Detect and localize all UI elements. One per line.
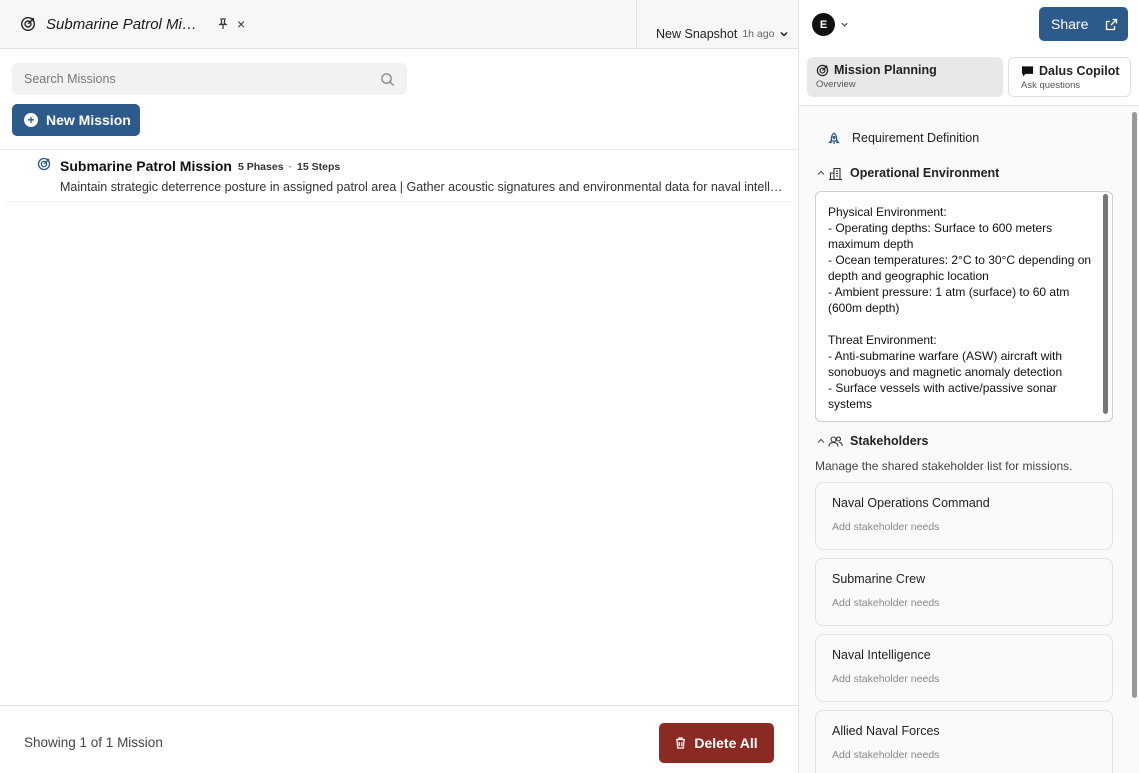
- share-button[interactable]: Share: [1039, 7, 1128, 41]
- search-icon[interactable]: [380, 72, 395, 87]
- mission-steps: 15 Steps: [297, 161, 341, 173]
- stakeholder-needs[interactable]: Add stakeholder needs: [832, 521, 939, 533]
- trash-icon: [676, 737, 686, 749]
- stakeholder-card[interactable]: Submarine Crew Add stakeholder needs: [815, 558, 1113, 626]
- stakeholder-card[interactable]: Naval Intelligence Add stakeholder needs: [815, 634, 1113, 702]
- mission-description: Maintain strategic deterrence posture in…: [60, 180, 784, 194]
- stakeholder-name: Allied Naval Forces: [832, 724, 940, 738]
- operational-environment-textarea[interactable]: Physical Environment: - Operating depths…: [815, 191, 1113, 422]
- rocket-icon: [828, 131, 840, 144]
- new-mission-button[interactable]: + New Mission: [12, 104, 140, 136]
- mission-phases: 5 Phases: [238, 161, 284, 173]
- delete-all-label: Delete All: [694, 735, 758, 751]
- stakeholder-name: Naval Intelligence: [832, 648, 931, 662]
- stakeholders-description: Manage the shared stakeholder list for m…: [815, 459, 1073, 473]
- snapshot-time: 1h ago: [742, 28, 775, 40]
- stakeholder-needs[interactable]: Add stakeholder needs: [832, 597, 939, 609]
- stakeholder-needs[interactable]: Add stakeholder needs: [832, 673, 939, 685]
- mode-subtitle: Overview: [816, 79, 856, 90]
- operational-environment-label: Operational Environment: [850, 166, 1000, 180]
- stakeholder-name: Submarine Crew: [832, 572, 926, 586]
- chevron-up-icon: [817, 438, 825, 443]
- avatar[interactable]: E: [812, 13, 835, 36]
- snapshot-selector[interactable]: New Snapshot 1h ago: [656, 27, 789, 41]
- snapshot-label: New Snapshot: [656, 27, 738, 41]
- search-input[interactable]: [24, 72, 380, 86]
- mode-tabs: Mission Planning Overview Dalus Copilot …: [799, 49, 1139, 106]
- plus-circle-icon: +: [24, 113, 38, 127]
- panel-scrollbar[interactable]: [1132, 112, 1137, 698]
- right-topbar: E Share: [799, 0, 1139, 49]
- chevron-down-icon: [780, 31, 788, 37]
- close-tab-icon[interactable]: ×: [237, 17, 245, 31]
- missions-pane: Submarine Patrol Mission × New Snapshot …: [0, 0, 799, 773]
- requirement-definition-item[interactable]: Requirement Definition: [828, 131, 979, 145]
- operational-environment-header[interactable]: Operational Environment: [817, 166, 999, 180]
- target-icon: [816, 64, 829, 76]
- stakeholder-name: Naval Operations Command: [832, 496, 990, 510]
- share-label: Share: [1051, 16, 1089, 32]
- tab-mission-planning[interactable]: Mission Planning Overview: [807, 57, 1003, 97]
- new-mission-label: New Mission: [46, 112, 131, 128]
- mission-title: Submarine Patrol Mission: [60, 158, 232, 174]
- tab-bar: Submarine Patrol Mission × New Snapshot …: [0, 0, 798, 49]
- users-icon: [828, 435, 843, 447]
- mode-subtitle: Ask questions: [1021, 80, 1081, 91]
- details-pane: E Share Mission Planning Overview Dalus …: [799, 0, 1139, 773]
- search-box: [12, 63, 407, 95]
- chat-icon: [1021, 65, 1034, 77]
- stakeholders-label: Stakeholders: [850, 434, 929, 448]
- mission-meta: 5 Phases · 15 Steps: [238, 161, 341, 173]
- target-icon: [20, 16, 36, 32]
- tab-dalus-copilot[interactable]: Dalus Copilot Ask questions: [1008, 57, 1131, 97]
- target-icon: [37, 157, 51, 171]
- stakeholder-needs[interactable]: Add stakeholder needs: [832, 749, 939, 761]
- pin-icon[interactable]: [217, 18, 229, 30]
- chevron-up-icon: [817, 170, 825, 175]
- external-link-icon: [1106, 18, 1118, 30]
- mode-title: Dalus Copilot: [1039, 64, 1120, 78]
- stakeholders-header[interactable]: Stakeholders: [817, 434, 929, 448]
- building-icon: [829, 167, 842, 180]
- operational-environment-text: Physical Environment: - Operating depths…: [828, 205, 1092, 411]
- mission-row[interactable]: Submarine Patrol Mission 5 Phases · 15 Ste…: [6, 150, 792, 202]
- stakeholder-card[interactable]: Allied Naval Forces Add stakeholder need…: [815, 710, 1113, 773]
- chevron-down-icon[interactable]: [840, 20, 849, 29]
- mode-title: Mission Planning: [834, 63, 937, 77]
- requirement-definition-label: Requirement Definition: [852, 131, 980, 145]
- missions-footer: Showing 1 of 1 Mission Delete All: [0, 705, 798, 773]
- stakeholder-card[interactable]: Naval Operations Command Add stakeholder…: [815, 482, 1113, 550]
- tab-submarine-patrol-mission[interactable]: Submarine Patrol Mission ×: [0, 0, 637, 48]
- mission-count: Showing 1 of 1 Mission: [24, 735, 163, 750]
- textarea-scrollbar[interactable]: [1103, 194, 1108, 414]
- delete-all-button[interactable]: Delete All: [659, 723, 774, 763]
- tab-title: Submarine Patrol Mission: [46, 15, 201, 33]
